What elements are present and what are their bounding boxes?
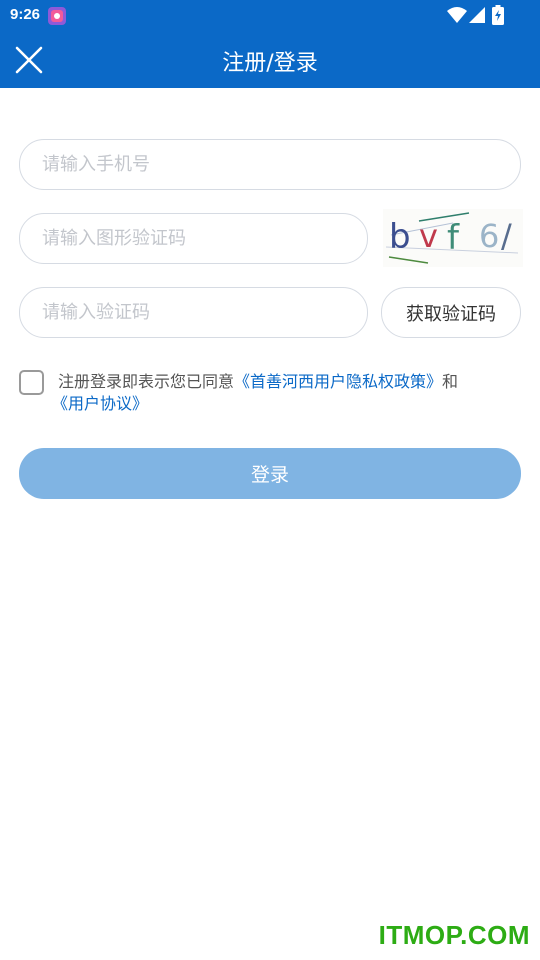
watermark: ITMOP.COM — [378, 920, 530, 950]
status-time: 9:26 — [10, 6, 41, 23]
get-code-button[interactable]: 获取验证码 — [381, 287, 521, 338]
user-agreement-link[interactable]: 《用户协议》 — [52, 394, 148, 413]
agree-checkbox[interactable] — [19, 370, 44, 395]
app-notification-icon — [48, 7, 66, 25]
captcha-image[interactable]: b v f 6 / — [383, 209, 523, 267]
page-title: 注册/登录 — [222, 51, 318, 76]
signal-icon — [469, 7, 485, 23]
agreement-text: 注册登录即表示您已同意《首善河西用户隐私权政策》和 《用户协议》 — [52, 371, 518, 415]
sms-code-field[interactable] — [19, 287, 368, 338]
svg-text:b: b — [389, 217, 411, 257]
captcha-input[interactable] — [40, 227, 367, 250]
phone-input[interactable] — [40, 153, 520, 176]
login-button[interactable]: 登录 — [19, 448, 521, 499]
svg-text:v: v — [419, 217, 438, 255]
agreement-connector: 和 — [442, 372, 459, 391]
agreement-statement: 注册登录即表示您已同意 — [58, 372, 235, 391]
wifi-icon — [447, 7, 467, 23]
svg-text:f: f — [447, 218, 460, 258]
svg-text:/: / — [501, 217, 512, 255]
phone-field[interactable] — [19, 139, 521, 190]
sms-code-input[interactable] — [40, 301, 367, 324]
privacy-policy-link[interactable]: 《首善河西用户隐私权政策》 — [234, 372, 442, 391]
svg-text:6: 6 — [479, 217, 499, 255]
battery-charging-icon — [492, 5, 504, 25]
app-header: 9:26 注册/登录 — [0, 0, 540, 88]
captcha-field[interactable] — [19, 213, 368, 264]
status-bar: 9:26 — [0, 0, 540, 32]
